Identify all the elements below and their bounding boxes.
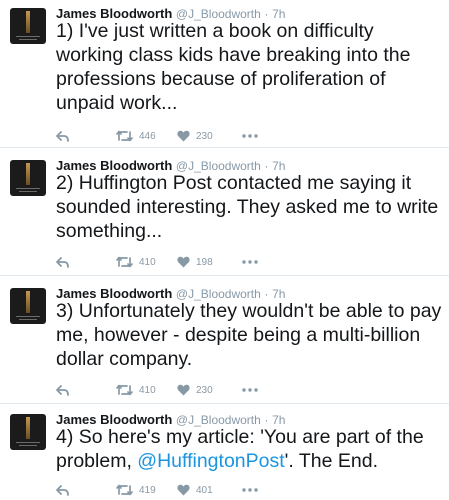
more-button[interactable] xyxy=(242,482,258,498)
retweet-count: 410 xyxy=(139,384,156,396)
retweet-icon xyxy=(116,256,133,268)
more-icon xyxy=(242,134,258,138)
tweet-text-part: '. The End. xyxy=(284,450,378,472)
avatar[interactable] xyxy=(10,288,46,324)
reply-button[interactable] xyxy=(56,254,69,270)
more-button[interactable] xyxy=(242,254,258,270)
avatar[interactable] xyxy=(10,8,46,44)
retweet-button[interactable]: 410 xyxy=(116,382,156,398)
tweet[interactable]: James Bloodworth @J_Bloodworth · 7h 3) U… xyxy=(0,280,449,404)
retweet-count: 419 xyxy=(139,484,156,496)
like-count: 230 xyxy=(196,130,213,142)
avatar[interactable] xyxy=(10,414,46,450)
retweet-button[interactable]: 410 xyxy=(116,254,156,270)
more-button[interactable] xyxy=(242,382,258,398)
like-button[interactable]: 230 xyxy=(177,128,213,144)
retweet-count: 410 xyxy=(139,256,156,268)
reply-button[interactable] xyxy=(56,128,69,144)
tweet-text: 2) Huffington Post contacted me saying i… xyxy=(56,172,439,242)
tweet-text: 4) So here's my article: 'You are part o… xyxy=(56,425,442,473)
retweet-count: 446 xyxy=(139,130,156,142)
reply-icon xyxy=(56,384,69,396)
tweet-text: 1) I've just written a book on difficult… xyxy=(56,20,411,114)
retweet-button[interactable]: 446 xyxy=(116,128,156,144)
reply-icon xyxy=(56,484,69,496)
retweet-button[interactable]: 419 xyxy=(116,482,156,498)
tweet-text: 3) Unfortunately they wouldn't be able t… xyxy=(56,300,442,370)
reply-button[interactable] xyxy=(56,482,69,498)
more-icon xyxy=(242,488,258,492)
like-button[interactable]: 230 xyxy=(177,382,213,398)
retweet-icon xyxy=(116,484,133,496)
like-count: 230 xyxy=(196,384,213,396)
like-count: 401 xyxy=(196,484,213,496)
reply-icon xyxy=(56,256,69,268)
heart-icon xyxy=(177,484,190,496)
avatar[interactable] xyxy=(10,160,46,196)
reply-button[interactable] xyxy=(56,382,69,398)
heart-icon xyxy=(177,256,190,268)
mention-link[interactable]: @HuffingtonPost xyxy=(137,450,284,472)
more-button[interactable] xyxy=(242,128,258,144)
heart-icon xyxy=(177,130,190,142)
heart-icon xyxy=(177,384,190,396)
like-count: 198 xyxy=(196,256,213,268)
like-button[interactable]: 401 xyxy=(177,482,213,498)
tweet[interactable]: James Bloodworth @J_Bloodworth · 7h 1) I… xyxy=(0,0,449,148)
retweet-icon xyxy=(116,130,133,142)
tweet[interactable]: James Bloodworth @J_Bloodworth · 7h 4) S… xyxy=(0,406,449,500)
tweet[interactable]: James Bloodworth @J_Bloodworth · 7h 2) H… xyxy=(0,152,449,276)
like-button[interactable]: 198 xyxy=(177,254,213,270)
reply-icon xyxy=(56,130,69,142)
more-icon xyxy=(242,260,258,264)
retweet-icon xyxy=(116,384,133,396)
more-icon xyxy=(242,388,258,392)
